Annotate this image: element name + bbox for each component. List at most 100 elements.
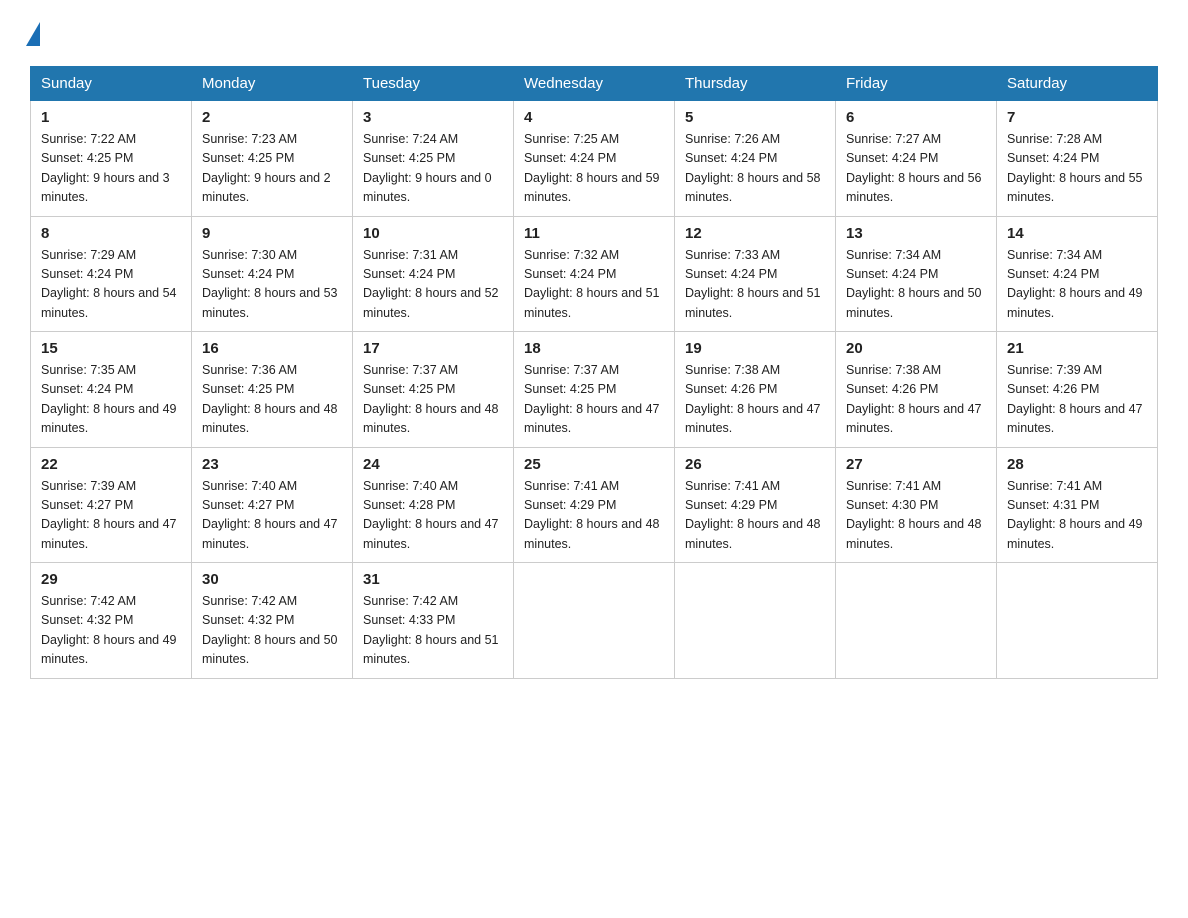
day-number: 29	[41, 571, 181, 588]
calendar-cell: 19 Sunrise: 7:38 AMSunset: 4:26 PMDayligh…	[675, 332, 836, 448]
calendar-cell: 21Sunrise: 7:39 AMSunset: 4:26 PMDayligh…	[997, 332, 1158, 448]
calendar-cell: 24 Sunrise: 7:40 AMSunset: 4:28 PMDayligh…	[353, 447, 514, 563]
calendar-cell: 16 Sunrise: 7:36 AMSunset: 4:25 PMDayligh…	[192, 332, 353, 448]
day-info: Sunrise: 7:39 AMSunset: 4:26 PMDaylight:…	[1007, 361, 1147, 439]
calendar-cell: 27 Sunrise: 7:41 AMSunset: 4:30 PMDayligh…	[836, 447, 997, 563]
calendar-header-row: SundayMondayTuesdayWednesdayThursdayFrid…	[31, 67, 1158, 101]
calendar-week-row: 29 Sunrise: 7:42 AMSunset: 4:32 PMDayligh…	[31, 563, 1158, 679]
day-info: Sunrise: 7:29 AMSunset: 4:24 PMDaylight:…	[41, 246, 181, 324]
day-number: 26	[685, 456, 825, 473]
day-info: Sunrise: 7:37 AMSunset: 4:25 PMDaylight:…	[524, 361, 664, 439]
col-header-monday: Monday	[192, 67, 353, 101]
day-number: 2	[202, 109, 342, 126]
day-number: 22	[41, 456, 181, 473]
col-header-friday: Friday	[836, 67, 997, 101]
calendar-cell: 18 Sunrise: 7:37 AMSunset: 4:25 PMDayligh…	[514, 332, 675, 448]
day-number: 3	[363, 109, 503, 126]
calendar-cell: 14 Sunrise: 7:34 AMSunset: 4:24 PMDayligh…	[997, 216, 1158, 332]
day-number: 28	[1007, 456, 1147, 473]
day-number: 14	[1007, 225, 1147, 242]
calendar-cell: 13 Sunrise: 7:34 AMSunset: 4:24 PMDayligh…	[836, 216, 997, 332]
calendar-cell	[997, 563, 1158, 679]
day-number: 1	[41, 109, 181, 126]
calendar-cell: 2 Sunrise: 7:23 AMSunset: 4:25 PMDaylight…	[192, 101, 353, 217]
calendar-cell: 29 Sunrise: 7:42 AMSunset: 4:32 PMDayligh…	[31, 563, 192, 679]
calendar-cell: 31 Sunrise: 7:42 AMSunset: 4:33 PMDayligh…	[353, 563, 514, 679]
day-info: Sunrise: 7:41 AMSunset: 4:30 PMDaylight:…	[846, 477, 986, 555]
day-number: 16	[202, 340, 342, 357]
day-number: 20	[846, 340, 986, 357]
calendar-table: SundayMondayTuesdayWednesdayThursdayFrid…	[30, 66, 1158, 679]
day-info: Sunrise: 7:38 AMSunset: 4:26 PMDaylight:…	[846, 361, 986, 439]
day-info: Sunrise: 7:34 AMSunset: 4:24 PMDaylight:…	[846, 246, 986, 324]
day-number: 25	[524, 456, 664, 473]
day-info: Sunrise: 7:27 AMSunset: 4:24 PMDaylight:…	[846, 130, 986, 208]
day-info: Sunrise: 7:42 AMSunset: 4:32 PMDaylight:…	[202, 592, 342, 670]
calendar-cell: 20 Sunrise: 7:38 AMSunset: 4:26 PMDayligh…	[836, 332, 997, 448]
day-number: 12	[685, 225, 825, 242]
day-number: 6	[846, 109, 986, 126]
day-info: Sunrise: 7:41 AMSunset: 4:29 PMDaylight:…	[524, 477, 664, 555]
day-number: 19	[685, 340, 825, 357]
day-number: 11	[524, 225, 664, 242]
day-number: 24	[363, 456, 503, 473]
calendar-cell: 12 Sunrise: 7:33 AMSunset: 4:24 PMDayligh…	[675, 216, 836, 332]
day-info: Sunrise: 7:42 AMSunset: 4:33 PMDaylight:…	[363, 592, 503, 670]
calendar-cell: 11Sunrise: 7:32 AMSunset: 4:24 PMDayligh…	[514, 216, 675, 332]
day-info: Sunrise: 7:36 AMSunset: 4:25 PMDaylight:…	[202, 361, 342, 439]
page-header	[30, 20, 1158, 46]
day-info: Sunrise: 7:40 AMSunset: 4:28 PMDaylight:…	[363, 477, 503, 555]
calendar-cell: 1 Sunrise: 7:22 AMSunset: 4:25 PMDaylight…	[31, 101, 192, 217]
day-number: 18	[524, 340, 664, 357]
day-number: 31	[363, 571, 503, 588]
col-header-sunday: Sunday	[31, 67, 192, 101]
logo	[30, 20, 40, 46]
day-info: Sunrise: 7:41 AMSunset: 4:29 PMDaylight:…	[685, 477, 825, 555]
day-number: 9	[202, 225, 342, 242]
day-info: Sunrise: 7:22 AMSunset: 4:25 PMDaylight:…	[41, 130, 181, 208]
calendar-cell: 26 Sunrise: 7:41 AMSunset: 4:29 PMDayligh…	[675, 447, 836, 563]
day-number: 13	[846, 225, 986, 242]
calendar-cell	[836, 563, 997, 679]
day-number: 7	[1007, 109, 1147, 126]
day-info: Sunrise: 7:42 AMSunset: 4:32 PMDaylight:…	[41, 592, 181, 670]
day-info: Sunrise: 7:33 AMSunset: 4:24 PMDaylight:…	[685, 246, 825, 324]
day-info: Sunrise: 7:30 AMSunset: 4:24 PMDaylight:…	[202, 246, 342, 324]
calendar-week-row: 22Sunrise: 7:39 AMSunset: 4:27 PMDayligh…	[31, 447, 1158, 563]
calendar-cell: 23 Sunrise: 7:40 AMSunset: 4:27 PMDayligh…	[192, 447, 353, 563]
day-number: 27	[846, 456, 986, 473]
calendar-cell: 3 Sunrise: 7:24 AMSunset: 4:25 PMDaylight…	[353, 101, 514, 217]
day-info: Sunrise: 7:34 AMSunset: 4:24 PMDaylight:…	[1007, 246, 1147, 324]
day-info: Sunrise: 7:28 AMSunset: 4:24 PMDaylight:…	[1007, 130, 1147, 208]
day-number: 23	[202, 456, 342, 473]
calendar-cell: 28 Sunrise: 7:41 AMSunset: 4:31 PMDayligh…	[997, 447, 1158, 563]
calendar-cell: 7 Sunrise: 7:28 AMSunset: 4:24 PMDaylight…	[997, 101, 1158, 217]
col-header-tuesday: Tuesday	[353, 67, 514, 101]
calendar-week-row: 8Sunrise: 7:29 AMSunset: 4:24 PMDaylight…	[31, 216, 1158, 332]
day-number: 4	[524, 109, 664, 126]
calendar-week-row: 15Sunrise: 7:35 AMSunset: 4:24 PMDayligh…	[31, 332, 1158, 448]
col-header-saturday: Saturday	[997, 67, 1158, 101]
day-info: Sunrise: 7:41 AMSunset: 4:31 PMDaylight:…	[1007, 477, 1147, 555]
calendar-cell: 9 Sunrise: 7:30 AMSunset: 4:24 PMDaylight…	[192, 216, 353, 332]
calendar-cell	[675, 563, 836, 679]
calendar-cell: 8Sunrise: 7:29 AMSunset: 4:24 PMDaylight…	[31, 216, 192, 332]
day-info: Sunrise: 7:37 AMSunset: 4:25 PMDaylight:…	[363, 361, 503, 439]
calendar-cell	[514, 563, 675, 679]
day-info: Sunrise: 7:35 AMSunset: 4:24 PMDaylight:…	[41, 361, 181, 439]
calendar-week-row: 1 Sunrise: 7:22 AMSunset: 4:25 PMDaylight…	[31, 101, 1158, 217]
calendar-cell: 30 Sunrise: 7:42 AMSunset: 4:32 PMDayligh…	[192, 563, 353, 679]
day-info: Sunrise: 7:26 AMSunset: 4:24 PMDaylight:…	[685, 130, 825, 208]
day-info: Sunrise: 7:40 AMSunset: 4:27 PMDaylight:…	[202, 477, 342, 555]
day-number: 5	[685, 109, 825, 126]
day-info: Sunrise: 7:24 AMSunset: 4:25 PMDaylight:…	[363, 130, 503, 208]
calendar-cell: 10Sunrise: 7:31 AMSunset: 4:24 PMDayligh…	[353, 216, 514, 332]
col-header-wednesday: Wednesday	[514, 67, 675, 101]
col-header-thursday: Thursday	[675, 67, 836, 101]
day-number: 17	[363, 340, 503, 357]
day-info: Sunrise: 7:23 AMSunset: 4:25 PMDaylight:…	[202, 130, 342, 208]
calendar-cell: 15Sunrise: 7:35 AMSunset: 4:24 PMDayligh…	[31, 332, 192, 448]
day-info: Sunrise: 7:38 AMSunset: 4:26 PMDaylight:…	[685, 361, 825, 439]
day-number: 30	[202, 571, 342, 588]
logo-triangle-icon	[26, 22, 40, 46]
